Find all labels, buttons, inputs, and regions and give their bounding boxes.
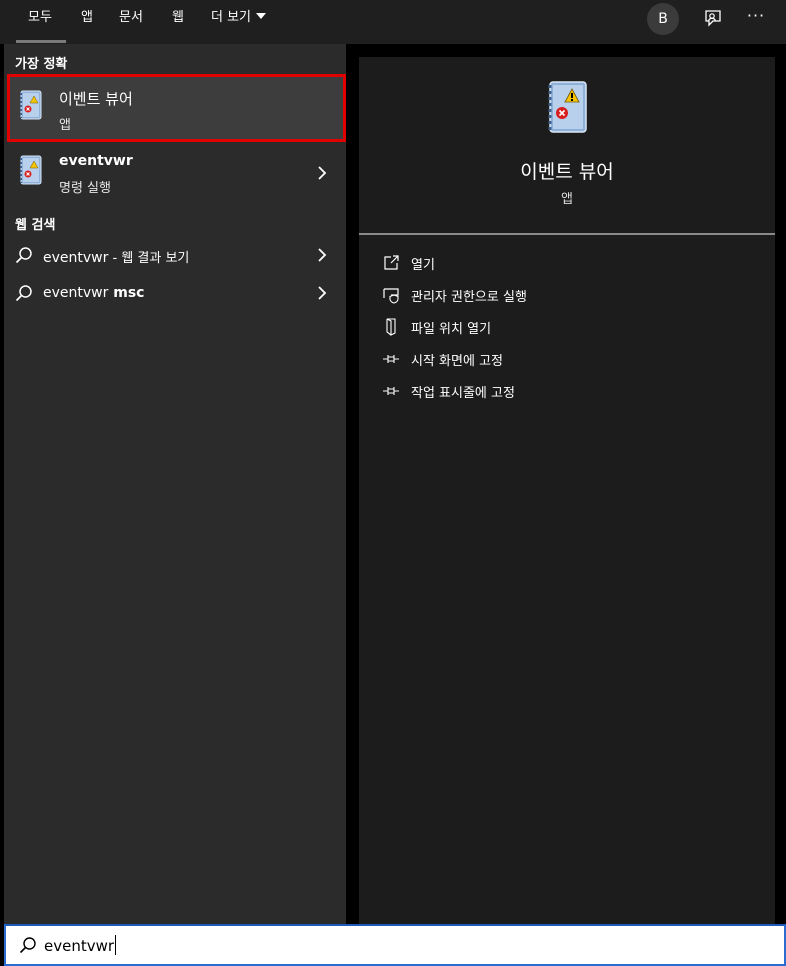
- results-panel: 가장 정확 이벤트 뷰어 앱 eventvwr 명령 실행 웹 검색 event…: [4, 44, 346, 924]
- web-search-item[interactable]: eventvwr - 웹 결과 보기: [4, 237, 346, 273]
- best-match-subtitle: 앱: [59, 118, 71, 133]
- chevron-right-icon: [318, 166, 327, 180]
- best-match-item[interactable]: 이벤트 뷰어 앱: [7, 74, 346, 142]
- detail-type: 앱: [561, 192, 573, 207]
- event-viewer-icon: [20, 90, 42, 120]
- web-search-item[interactable]: eventvwr msc: [4, 275, 346, 311]
- open-file-location-action[interactable]: 파일 위치 열기: [379, 315, 759, 339]
- list-item[interactable]: eventvwr 명령 실행: [4, 146, 346, 202]
- search-icon: [15, 247, 32, 264]
- pin-to-taskbar-action[interactable]: 작업 표시줄에 고정: [379, 379, 759, 403]
- text-cursor: [115, 935, 117, 955]
- event-viewer-icon: [20, 155, 42, 185]
- detail-panel: 이벤트 뷰어 앱 열기 관리자 권한으로 실행 파일 위치 열기 시작 화면에 …: [359, 57, 775, 924]
- tab-more[interactable]: 더 보기: [211, 0, 267, 44]
- top-bar: 모두 앱 문서 웹 더 보기 B ···: [0, 0, 786, 44]
- search-input[interactable]: eventvwr: [4, 924, 786, 966]
- web-search-text: eventvwr - 웹 결과 보기: [43, 250, 190, 266]
- chevron-down-icon: [256, 13, 267, 19]
- detail-title: 이벤트 뷰어: [520, 161, 614, 183]
- file-location-icon: [386, 318, 396, 336]
- event-viewer-icon: [548, 81, 587, 133]
- result-title: eventvwr: [59, 153, 133, 169]
- tab-documents[interactable]: 문서: [119, 0, 143, 44]
- pin-icon: [383, 355, 399, 363]
- open-action[interactable]: 열기: [379, 251, 759, 275]
- search-icon: [19, 937, 36, 954]
- tab-apps[interactable]: 앱: [81, 0, 93, 44]
- result-subtitle: 명령 실행: [59, 181, 111, 196]
- tab-all[interactable]: 모두: [28, 0, 52, 44]
- pin-icon: [383, 387, 399, 395]
- divider: [359, 233, 775, 235]
- search-icon: [15, 285, 32, 302]
- feedback-icon[interactable]: [702, 8, 724, 30]
- best-match-heading: 가장 정확: [15, 57, 68, 72]
- shield-icon: [383, 288, 399, 304]
- active-tab-indicator: [16, 40, 66, 43]
- pin-to-start-action[interactable]: 시작 화면에 고정: [379, 347, 759, 371]
- avatar[interactable]: B: [647, 3, 679, 35]
- more-options-button[interactable]: ···: [744, 4, 768, 28]
- search-input-value: eventvwr: [44, 935, 117, 955]
- tab-web[interactable]: 웹: [172, 0, 184, 44]
- open-icon: [384, 255, 399, 270]
- run-as-admin-action[interactable]: 관리자 권한으로 실행: [379, 283, 759, 307]
- chevron-right-icon: [318, 286, 327, 300]
- web-search-heading: 웹 검색: [15, 218, 56, 233]
- best-match-title: 이벤트 뷰어: [59, 90, 133, 108]
- chevron-right-icon: [318, 248, 327, 262]
- web-search-text: eventvwr msc: [43, 285, 145, 301]
